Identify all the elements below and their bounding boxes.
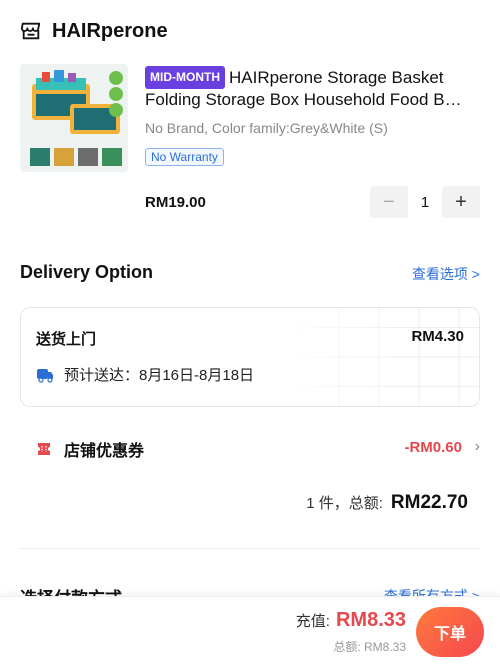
subtotal-amount: RM22.70 [390, 492, 468, 513]
voucher-icon [38, 443, 50, 455]
total-text: 总额: RM8.33 [333, 640, 406, 654]
place-order-button[interactable]: 下单 [416, 607, 484, 657]
decrease-button[interactable]: − [370, 186, 408, 218]
store-icon [20, 22, 41, 40]
view-options-link[interactable]: 查看选项 > [412, 264, 480, 284]
store-name: HAIRperone [52, 19, 168, 42]
payable-label: 充值: [295, 613, 330, 630]
product-card: MID-MONTH HAIRperone Storage Basket Foldi… [20, 64, 480, 224]
divider [20, 548, 480, 549]
delivery-title: Delivery Option [20, 262, 154, 282]
delivery-eta: 预计送达：8月16日-8月18日 [36, 364, 254, 385]
voucher-value: -RM0.60 [404, 439, 462, 456]
item-count: 1 件，总额: [306, 495, 383, 512]
delivery-method: 送货上门 [36, 331, 97, 348]
quantity-stepper: − 1 + [370, 186, 480, 218]
card-background-pattern [279, 308, 479, 406]
store-voucher-row[interactable]: 店铺优惠券 -RM0.60 › [20, 436, 480, 462]
product-title[interactable]: MID-MONTH HAIRperone Storage Basket Foldi… [145, 66, 475, 110]
product-image[interactable] [20, 64, 128, 172]
payable-amount: RM8.33 [335, 609, 406, 631]
order-summary: 1 件，总额: RM22.70 [306, 492, 468, 514]
product-variant: No Brand, Color family:Grey&White (S) [145, 120, 388, 136]
store-header[interactable]: HAIRperone [20, 16, 168, 46]
warranty-badge: No Warranty [145, 148, 224, 166]
delivery-option-card[interactable]: 送货上门 RM4.30 预计送达：8月16日-8月18日 [20, 307, 480, 407]
delivery-price: RM4.30 [411, 328, 464, 345]
promo-badge: MID-MONTH [145, 66, 225, 89]
chevron-right-icon: › [474, 438, 480, 455]
truck-icon [37, 368, 53, 383]
delivery-eta-text: 预计送达：8月16日-8月18日 [64, 367, 255, 384]
voucher-label: 店铺优惠券 [64, 443, 145, 460]
product-price: RM19.00 [145, 194, 206, 211]
payable-row: 充值: RM8.33 [296, 609, 406, 632]
increase-button[interactable]: + [442, 186, 480, 218]
checkout-bar: 充值: RM8.33 总额: RM8.33 下单 [0, 596, 500, 668]
quantity-value: 1 [420, 193, 430, 211]
